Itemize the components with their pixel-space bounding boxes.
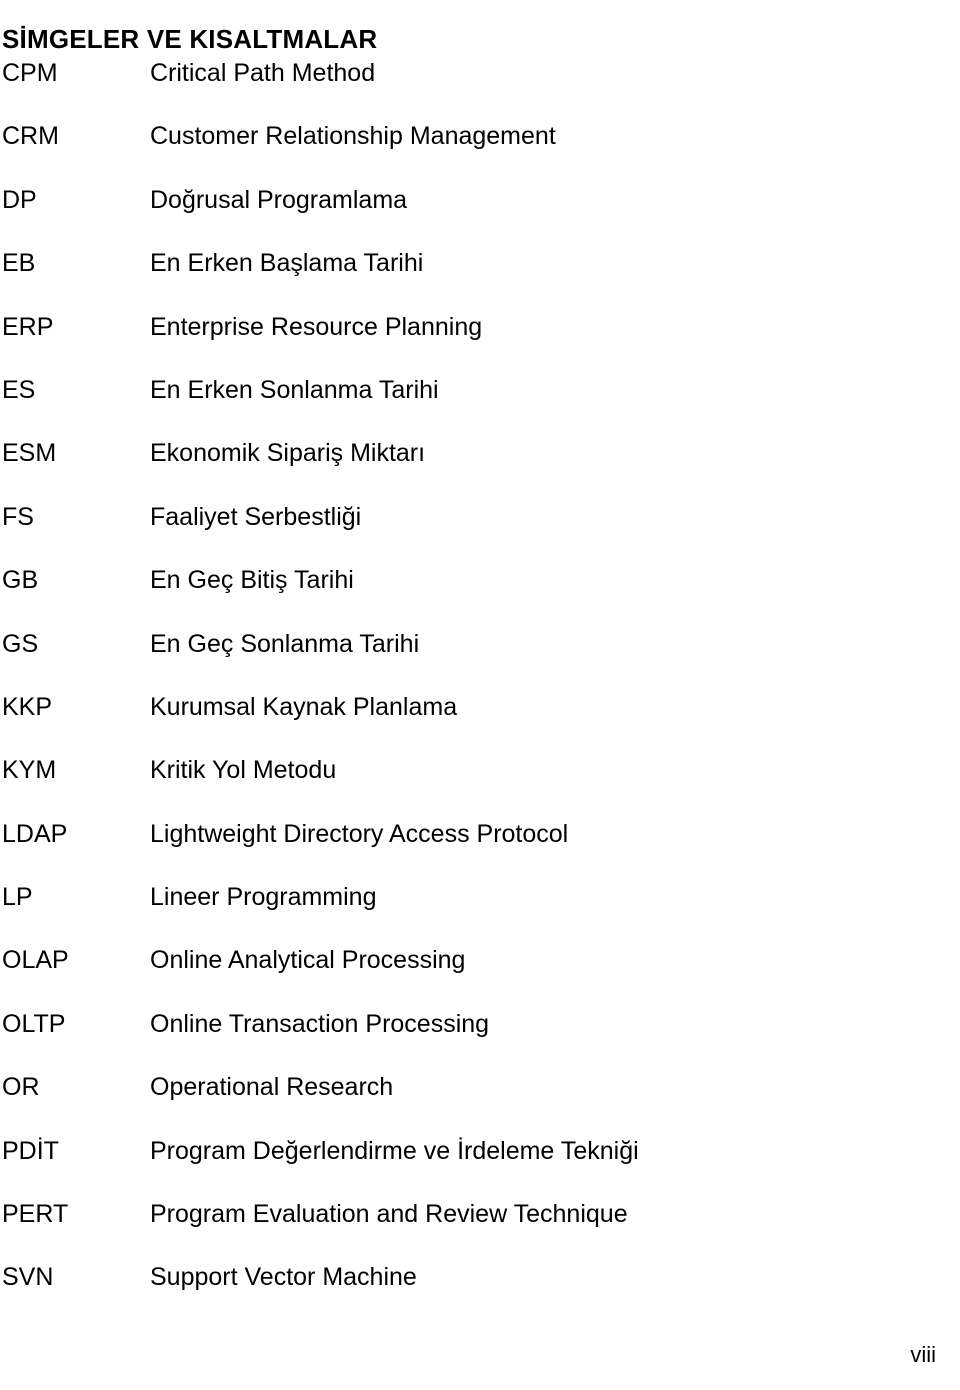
abbreviation-term: GS bbox=[2, 629, 39, 658]
abbreviation-term: FS bbox=[2, 502, 34, 531]
abbreviation-row: GB En Geç Bitiş Tarihi bbox=[0, 565, 960, 628]
abbreviation-definition: Doğrusal Programlama bbox=[150, 185, 408, 214]
document-page: SİMGELER VE KISALTMALAR CPM Critical Path… bbox=[0, 0, 960, 1390]
abbreviation-term: KKP bbox=[2, 692, 53, 721]
abbreviation-term: OLTP bbox=[2, 1009, 66, 1038]
abbreviation-definition: Critical Path Method bbox=[150, 59, 376, 87]
abbreviation-term: PERT bbox=[2, 1200, 69, 1229]
abbreviation-row: EB En Erken Başlama Tarihi bbox=[0, 248, 960, 311]
abbreviation-definition: Online Analytical Processing bbox=[150, 946, 466, 975]
abbreviation-row: PDİT Program Değerlendirme ve İrdeleme Te… bbox=[0, 1136, 960, 1199]
abbreviation-term: CRM bbox=[2, 122, 59, 151]
abbreviation-term: OR bbox=[2, 1073, 40, 1102]
abbreviation-term: ES bbox=[2, 375, 36, 404]
abbreviation-row: CRM Customer Relationship Management bbox=[0, 121, 960, 184]
abbreviation-row: ES En Erken Sonlanma Tarihi bbox=[0, 375, 960, 438]
abbreviation-term: ESM bbox=[2, 439, 57, 468]
abbreviation-term: SVN bbox=[2, 1263, 54, 1292]
abbreviation-term: DP bbox=[2, 185, 37, 214]
abbreviation-definition: Support Vector Machine bbox=[150, 1263, 417, 1292]
abbreviation-term: CPM bbox=[2, 59, 58, 87]
abbreviation-term: LDAP bbox=[2, 819, 68, 848]
abbreviation-term: KYM bbox=[2, 756, 57, 785]
abbreviation-row: FS Faaliyet Serbestliği bbox=[0, 502, 960, 565]
abbreviation-definition: Faaliyet Serbestliği bbox=[150, 502, 362, 531]
abbreviations-list: CPM Critical Path Method CRM Customer Relat… bbox=[0, 58, 960, 1326]
abbreviation-row: LDAP Lightweight Directory Access Protoco… bbox=[0, 819, 960, 882]
abbreviation-definition: En Erken Başlama Tarihi bbox=[150, 249, 424, 278]
abbreviation-term: OLAP bbox=[2, 946, 69, 975]
abbreviation-definition: Enterprise Resource Planning bbox=[150, 312, 483, 341]
abbreviation-term: LP bbox=[2, 883, 33, 912]
abbreviation-term: PDİT bbox=[2, 1136, 59, 1165]
abbreviation-row: CPM Critical Path Method bbox=[0, 58, 960, 121]
abbreviation-definition: Kritik Yol Metodu bbox=[150, 756, 337, 785]
abbreviation-row: OR Operational Research bbox=[0, 1072, 960, 1135]
abbreviation-row: DP Doğrusal Programlama bbox=[0, 185, 960, 248]
abbreviation-definition: En Erken Sonlanma Tarihi bbox=[150, 375, 439, 404]
abbreviation-row: GS En Geç Sonlanma Tarihi bbox=[0, 629, 960, 692]
abbreviation-definition: Kurumsal Kaynak Planlama bbox=[150, 692, 458, 721]
abbreviation-row: SVN Support Vector Machine bbox=[0, 1262, 960, 1325]
abbreviation-definition: Operational Research bbox=[150, 1073, 394, 1102]
abbreviation-row: PERT Program Evaluation and Review Techni… bbox=[0, 1199, 960, 1262]
page-number: viii bbox=[910, 1342, 936, 1367]
abbreviation-definition: Lineer Programming bbox=[150, 883, 377, 912]
abbreviation-definition: Online Transaction Processing bbox=[150, 1009, 490, 1038]
abbreviation-definition: En Geç Bitiş Tarihi bbox=[150, 566, 354, 595]
abbreviation-row: OLAP Online Analytical Processing bbox=[0, 945, 960, 1008]
abbreviation-row: ESM Ekonomik Sipariş Miktarı bbox=[0, 438, 960, 501]
abbreviation-row: LP Lineer Programming bbox=[0, 882, 960, 945]
abbreviation-term: GB bbox=[2, 566, 39, 595]
abbreviation-row: KYM Kritik Yol Metodu bbox=[0, 755, 960, 818]
abbreviation-definition: Lightweight Directory Access Protocol bbox=[150, 819, 569, 848]
abbreviation-definition: Program Değerlendirme ve İrdeleme Tekniğ… bbox=[150, 1136, 639, 1165]
abbreviation-row: ERP Enterprise Resource Planning bbox=[0, 312, 960, 375]
abbreviation-definition: Ekonomik Sipariş Miktarı bbox=[150, 439, 426, 468]
abbreviation-definition: Customer Relationship Management bbox=[150, 122, 556, 151]
page-title: SİMGELER VE KISALTMALAR bbox=[2, 24, 378, 55]
abbreviation-definition: En Geç Sonlanma Tarihi bbox=[150, 629, 420, 658]
abbreviation-term: EB bbox=[2, 249, 36, 278]
abbreviation-row: OLTP Online Transaction Processing bbox=[0, 1009, 960, 1072]
abbreviation-definition: Program Evaluation and Review Technique bbox=[150, 1200, 628, 1229]
abbreviation-row: KKP Kurumsal Kaynak Planlama bbox=[0, 692, 960, 755]
abbreviation-term: ERP bbox=[2, 312, 54, 341]
